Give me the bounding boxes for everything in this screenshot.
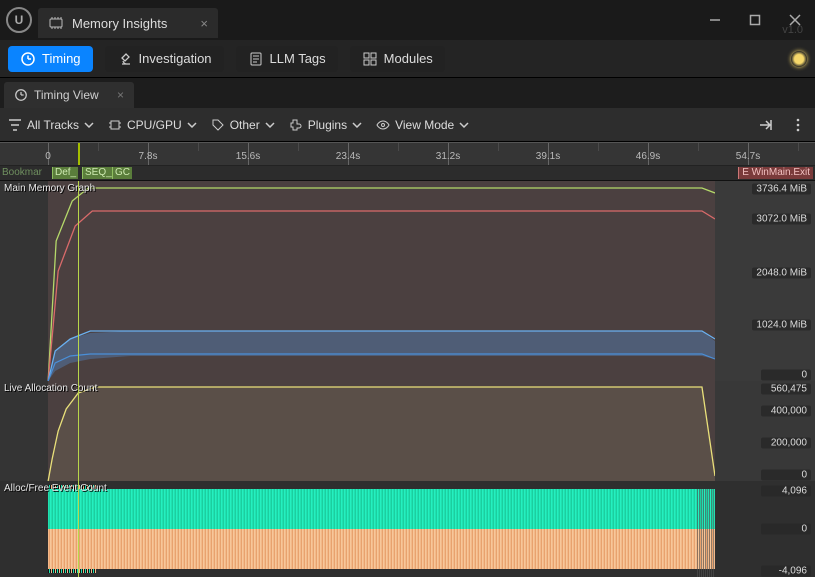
- y-tick: 200,000: [761, 438, 811, 449]
- chevron-down-icon: [459, 120, 469, 130]
- ruler-tick-label: 0: [45, 151, 51, 162]
- overflow-menu-button[interactable]: [789, 116, 807, 134]
- y-axis: 4,096 0 -4,096: [713, 481, 815, 577]
- tracks-area[interactable]: Main Memory Graph 3736.4 MiB 3072.0 MiB …: [0, 181, 815, 577]
- clock-icon: [20, 51, 36, 67]
- filter-other[interactable]: Other: [211, 118, 275, 132]
- bookmark-mark[interactable]: SEQ_: [82, 167, 114, 179]
- bookmark-mark[interactable]: GC: [112, 167, 132, 179]
- subtab-close-icon[interactable]: ×: [117, 88, 124, 102]
- y-tick: 4,096: [761, 486, 811, 497]
- track-alloc-free[interactable]: Alloc/Free Event Count 4,096 0 -4,096: [0, 481, 815, 577]
- minimize-button[interactable]: [695, 4, 735, 36]
- chevron-down-icon: [84, 120, 94, 130]
- y-tick: 400,000: [761, 406, 811, 417]
- mode-bar: Timing Investigation LLM Tags Modules: [0, 40, 815, 78]
- time-cursor-line[interactable]: [78, 181, 79, 577]
- y-axis: 560,475 400,000 200,000 0: [713, 381, 815, 481]
- titlebar-left: Memory Insights ×: [0, 0, 218, 40]
- theme-icon[interactable]: [791, 51, 807, 67]
- y-tick: 560,475: [761, 384, 811, 395]
- live-alloc-chart: [0, 381, 715, 481]
- ruler-tick-label: 39.1s: [536, 151, 560, 162]
- y-tick: 3736.4 MiB: [752, 184, 811, 195]
- filter-other-label: Other: [230, 118, 260, 132]
- memory-icon: [48, 15, 64, 31]
- filter-row: All Tracks CPU/GPU Other Plugins View Mo…: [0, 108, 815, 142]
- main-memory-chart: [0, 181, 715, 381]
- subtab-row: Timing View ×: [0, 78, 815, 108]
- y-tick: 2048.0 MiB: [752, 268, 811, 279]
- time-ruler[interactable]: 0 7.8s 15.6s 23.4s 31.2s 39.1s 46.9s 54.…: [0, 142, 815, 166]
- tag-icon: [211, 118, 225, 132]
- filter-cpu-gpu-label: CPU/GPU: [127, 118, 182, 132]
- ruler-tick-label: 15.6s: [236, 151, 260, 162]
- tab-timing[interactable]: Timing: [8, 46, 93, 72]
- track-live-alloc[interactable]: Live Allocation Count 560,475 400,000 20…: [0, 381, 815, 481]
- y-axis: 3736.4 MiB 3072.0 MiB 2048.0 MiB 1024.0 …: [713, 181, 815, 381]
- maximize-button[interactable]: [735, 4, 775, 36]
- modules-icon: [362, 51, 378, 67]
- chip-icon: [108, 118, 122, 132]
- track-main-memory[interactable]: Main Memory Graph 3736.4 MiB 3072.0 MiB …: [0, 181, 815, 381]
- y-tick: 1024.0 MiB: [752, 320, 811, 331]
- app-tab[interactable]: Memory Insights ×: [38, 8, 218, 38]
- bookmark-mark[interactable]: Def_: [52, 167, 78, 179]
- bookmark-header: Bookmar: [2, 167, 42, 178]
- ruler-tick-label: 54.7s: [736, 151, 760, 162]
- ruler-tick-label: 31.2s: [436, 151, 460, 162]
- tab-timing-label: Timing: [42, 51, 81, 66]
- plugin-icon: [289, 118, 303, 132]
- chevron-down-icon: [265, 120, 275, 130]
- app-tab-close-icon[interactable]: ×: [200, 16, 208, 31]
- ruler-tick-label: 46.9s: [636, 151, 660, 162]
- filter-view-mode-label: View Mode: [395, 118, 454, 132]
- y-tick: 0: [761, 470, 811, 481]
- ue-logo-icon[interactable]: [6, 7, 32, 33]
- microscope-icon: [117, 51, 133, 67]
- bookmark-row[interactable]: Bookmar Def_ SEQ_ GC E WinMain.Exit: [0, 166, 815, 181]
- version-label: v1.0: [782, 24, 803, 36]
- chevron-down-icon: [352, 120, 362, 130]
- y-tick: -4,096: [761, 566, 811, 577]
- filter-all-tracks-label: All Tracks: [27, 118, 79, 132]
- tab-investigation[interactable]: Investigation: [105, 46, 224, 72]
- tab-llm-tags[interactable]: LLM Tags: [236, 46, 338, 72]
- tab-modules-label: Modules: [384, 51, 433, 66]
- filter-plugins[interactable]: Plugins: [289, 118, 362, 132]
- notes-icon: [248, 51, 264, 67]
- tab-investigation-label: Investigation: [139, 51, 212, 66]
- subtab-timing-view[interactable]: Timing View ×: [4, 82, 134, 108]
- bookmark-exit[interactable]: E WinMain.Exit: [738, 167, 813, 179]
- subtab-title: Timing View: [34, 88, 99, 102]
- filter-cpu-gpu[interactable]: CPU/GPU: [108, 118, 197, 132]
- tab-llm-tags-label: LLM Tags: [270, 51, 326, 66]
- app-tab-title: Memory Insights: [72, 16, 167, 31]
- eye-icon: [376, 118, 390, 132]
- y-tick: 3072.0 MiB: [752, 214, 811, 225]
- ruler-tick-label: 7.8s: [139, 151, 158, 162]
- y-tick: 0: [761, 524, 811, 535]
- chevron-down-icon: [187, 120, 197, 130]
- tab-modules[interactable]: Modules: [350, 46, 445, 72]
- alloc-free-chart: [0, 481, 715, 577]
- filter-all-tracks[interactable]: All Tracks: [8, 118, 94, 132]
- filter-icon: [8, 118, 22, 132]
- ruler-tick-label: 23.4s: [336, 151, 360, 162]
- time-cursor[interactable]: [78, 143, 80, 165]
- y-tick: 0: [761, 370, 811, 381]
- clock-icon: [14, 88, 28, 102]
- filter-view-mode[interactable]: View Mode: [376, 118, 469, 132]
- filter-plugins-label: Plugins: [308, 118, 347, 132]
- goto-end-button[interactable]: [757, 116, 775, 134]
- titlebar: Memory Insights × v1.0: [0, 0, 815, 40]
